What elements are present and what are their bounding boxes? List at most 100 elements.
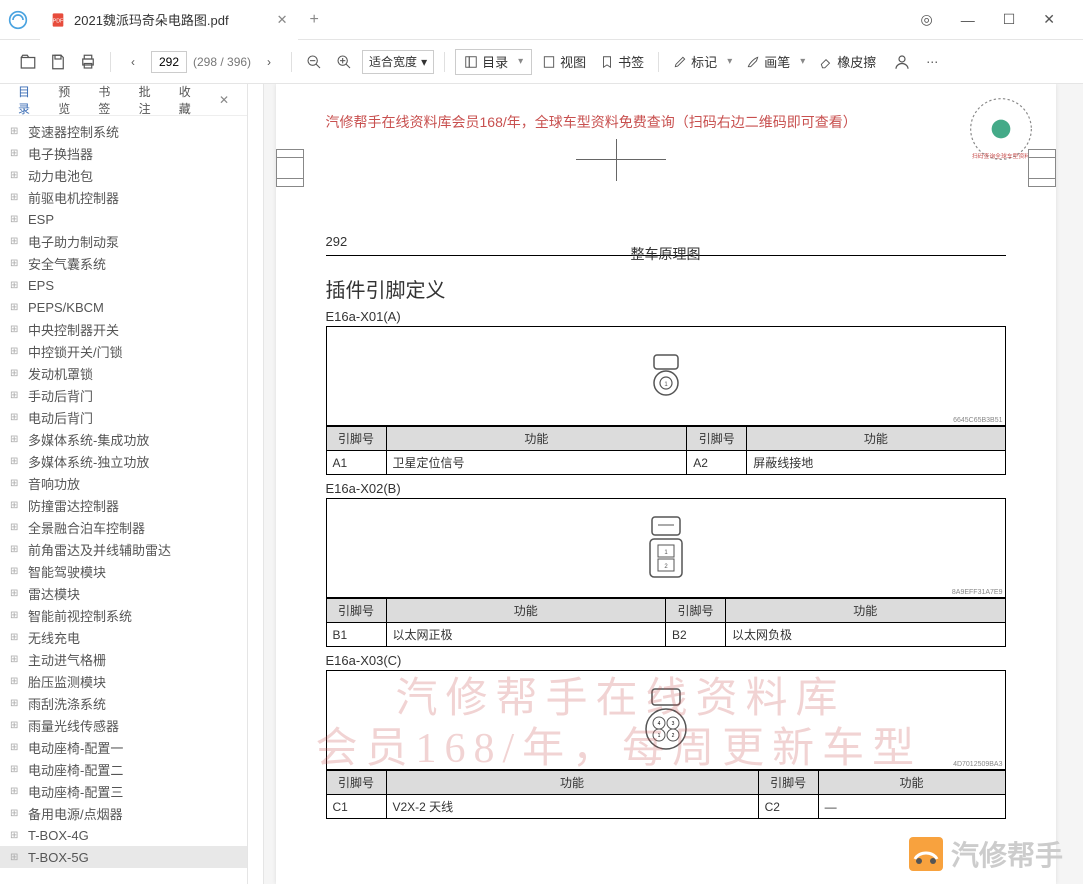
document-viewport[interactable]: 汽修帮手在线资料库会员168/年，全球车型资料免费查询（扫码右边二维码即可查看）… — [248, 84, 1083, 884]
connector-diagram: 43124D7012509BA3 — [326, 670, 1006, 770]
sidebar-tab-annot[interactable]: 批注 — [129, 84, 169, 117]
chevron-down-icon: ▾ — [800, 56, 805, 67]
tree-item[interactable]: 雨刮洗涤系统 — [0, 692, 247, 714]
next-page-icon[interactable]: › — [257, 50, 281, 74]
user-icon[interactable] — [890, 50, 914, 74]
connector-diagram: 16645C65B3B51 — [326, 326, 1006, 426]
maximize-icon[interactable]: ☐ — [1003, 11, 1016, 28]
minimize-icon[interactable]: — — [961, 12, 975, 28]
zoom-mode-select[interactable]: 适合宽度▾ — [362, 50, 434, 74]
tree-item[interactable]: T-BOX-4G — [0, 824, 247, 846]
page-number-input[interactable] — [151, 51, 187, 73]
tree-item[interactable]: 智能前视控制系统 — [0, 604, 247, 626]
tree-item[interactable]: 电子助力制动泵 — [0, 230, 247, 252]
tree-item[interactable]: 手动后背门 — [0, 384, 247, 406]
sidebar-close-icon[interactable]: ✕ — [209, 93, 239, 107]
annotate-icon — [673, 55, 687, 69]
target-icon[interactable]: ◎ — [920, 11, 932, 28]
tree-item[interactable]: 中央控制器开关 — [0, 318, 247, 340]
tree-item[interactable]: 变速器控制系统 — [0, 120, 247, 142]
tree-item[interactable]: 主动进气格栅 — [0, 648, 247, 670]
bookmark-label: 书签 — [618, 52, 644, 71]
document-tab[interactable]: PDF 2021魏派玛奇朵电路图.pdf ✕ — [40, 0, 298, 40]
svg-text:1: 1 — [657, 733, 660, 739]
eraser-icon — [819, 55, 833, 69]
bookmark-button[interactable]: 书签 — [596, 52, 648, 71]
sidebar-tabs: 目录 预览 书签 批注 收藏 ✕ — [0, 84, 247, 116]
page-header: 汽修帮手在线资料库会员168/年，全球车型资料免费查询（扫码右边二维码即可查看）… — [276, 84, 1056, 224]
connector-label: E16a-X01(A) — [326, 309, 1006, 324]
app-logo-icon — [8, 10, 28, 30]
pin-table: 引脚号功能引脚号功能A1卫星定位信号A2屏蔽线接地 — [326, 426, 1006, 475]
sidebar-tab-outline[interactable]: 目录 — [8, 84, 48, 117]
tree-item[interactable]: 电动座椅-配置一 — [0, 736, 247, 758]
eraser-label: 橡皮擦 — [837, 52, 876, 71]
tree-item[interactable]: EPS — [0, 274, 247, 296]
tree-item[interactable]: 电动后背门 — [0, 406, 247, 428]
tree-item[interactable]: 全景融合泊车控制器 — [0, 516, 247, 538]
outline-tree: 变速器控制系统电子换挡器动力电池包前驱电机控制器ESP电子助力制动泵安全气囊系统… — [0, 116, 247, 884]
svg-text:1: 1 — [664, 550, 668, 556]
annotate-label: 标记 — [691, 52, 717, 71]
add-tab-button[interactable]: + — [298, 11, 331, 29]
tree-item[interactable]: 安全气囊系统 — [0, 252, 247, 274]
tree-item[interactable]: 前角雷达及并线辅助雷达 — [0, 538, 247, 560]
tree-item[interactable]: 备用电源/点烟器 — [0, 802, 247, 824]
save-icon[interactable] — [46, 50, 70, 74]
sidebar-tab-bookmark[interactable]: 书签 — [88, 84, 128, 117]
separator — [658, 52, 659, 72]
print-icon[interactable] — [76, 50, 100, 74]
page-number-label: 292 — [326, 234, 348, 249]
zoom-mode-label: 适合宽度 — [369, 53, 417, 70]
close-window-icon[interactable]: ✕ — [1043, 11, 1055, 28]
tree-item[interactable]: 中控锁开关/门锁 — [0, 340, 247, 362]
connector-diagram: 128A9EFF31A7E9 — [326, 498, 1006, 598]
tab-close-icon[interactable]: ✕ — [277, 12, 288, 28]
sidebar-tab-fav[interactable]: 收藏 — [169, 84, 209, 117]
brush-icon — [746, 55, 760, 69]
view-mode-button[interactable]: 视图 — [538, 52, 590, 71]
pdf-page: 汽修帮手在线资料库会员168/年，全球车型资料免费查询（扫码右边二维码即可查看）… — [276, 84, 1056, 884]
tree-item[interactable]: 音响功放 — [0, 472, 247, 494]
tree-item[interactable]: PEPS/KBCM — [0, 296, 247, 318]
tree-item[interactable]: 多媒体系统-独立功放 — [0, 450, 247, 472]
tree-item[interactable]: 无线充电 — [0, 626, 247, 648]
main-area: 目录 预览 书签 批注 收藏 ✕ 变速器控制系统电子换挡器动力电池包前驱电机控制… — [0, 84, 1083, 884]
tree-item[interactable]: 发动机罩锁 — [0, 362, 247, 384]
tree-item[interactable]: 电动座椅-配置二 — [0, 758, 247, 780]
svg-text:1: 1 — [664, 382, 668, 388]
annotate-button[interactable]: 标记 ▾ — [669, 52, 736, 71]
brush-button[interactable]: 画笔 ▾ — [742, 52, 809, 71]
svg-text:PDF: PDF — [53, 18, 64, 24]
more-icon[interactable]: ⋯ — [920, 50, 944, 74]
outline-panel-toggle[interactable]: 目录 ▾ — [455, 49, 532, 75]
zoom-out-icon[interactable] — [302, 50, 326, 74]
prev-page-icon[interactable]: ‹ — [121, 50, 145, 74]
brand-logo-icon — [909, 837, 943, 871]
open-file-icon[interactable] — [16, 50, 40, 74]
pin-table: 引脚号功能引脚号功能B1以太网正极B2以太网负极 — [326, 598, 1006, 647]
tree-item[interactable]: 防撞雷达控制器 — [0, 494, 247, 516]
sidebar-tab-preview[interactable]: 预览 — [48, 84, 88, 117]
svg-text:4: 4 — [657, 721, 660, 727]
tree-item[interactable]: 多媒体系统-集成功放 — [0, 428, 247, 450]
separator — [291, 52, 292, 72]
tree-item[interactable]: 智能驾驶模块 — [0, 560, 247, 582]
tree-item[interactable]: 雨量光线传感器 — [0, 714, 247, 736]
tree-item[interactable]: T-BOX-5G — [0, 846, 247, 868]
tree-item[interactable]: 前驱电机控制器 — [0, 186, 247, 208]
tab-title: 2021魏派玛奇朵电路图.pdf — [74, 10, 229, 29]
tree-item[interactable]: 电动座椅-配置三 — [0, 780, 247, 802]
tree-item[interactable]: 电子换挡器 — [0, 142, 247, 164]
main-toolbar: ‹ (298 / 396) › 适合宽度▾ 目录 ▾ 视图 书签 标记 ▾ 画笔… — [0, 40, 1083, 84]
page-doc-title: 整车原理图 — [631, 244, 701, 264]
eraser-button[interactable]: 橡皮擦 — [815, 52, 880, 71]
tree-item[interactable]: 胎压监测模块 — [0, 670, 247, 692]
svg-text:2: 2 — [671, 733, 674, 739]
connector-label: E16a-X02(B) — [326, 481, 1006, 496]
tree-item[interactable]: 雷达模块 — [0, 582, 247, 604]
tree-item[interactable]: 动力电池包 — [0, 164, 247, 186]
zoom-in-icon[interactable] — [332, 50, 356, 74]
page-count-label: (298 / 396) — [193, 55, 251, 69]
tree-item[interactable]: ESP — [0, 208, 247, 230]
